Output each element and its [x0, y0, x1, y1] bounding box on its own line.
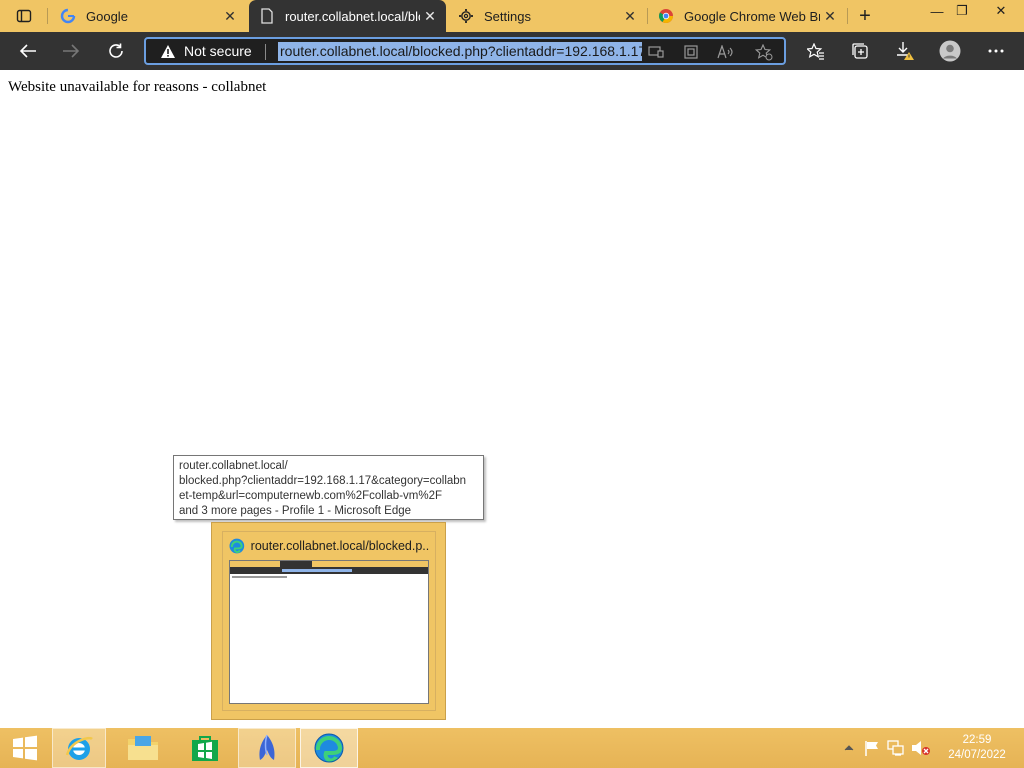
add-favorite-icon[interactable]: [754, 42, 774, 62]
tab-divider: [47, 8, 48, 24]
close-tab-icon[interactable]: ✕: [220, 6, 240, 26]
restore-button[interactable]: ❐: [947, 0, 977, 22]
tab-strip: Google ✕ router.collabnet.local/blo ✕ Se…: [0, 0, 1024, 32]
back-button[interactable]: [13, 36, 43, 66]
browser-toolbar: Not secure router.collabnet.local/blocke…: [0, 32, 1024, 70]
not-secure-indicator[interactable]: Not secure: [160, 43, 252, 59]
chrome-icon: [658, 8, 674, 24]
favorites-icon: [807, 42, 824, 60]
tab-settings[interactable]: Settings ✕: [448, 0, 646, 32]
folder-icon: [128, 736, 158, 760]
clock-date: 24/07/2022: [948, 749, 1006, 761]
windows-taskbar: 22:59 24/07/2022: [0, 728, 1024, 768]
not-secure-label: Not secure: [184, 43, 252, 59]
flag-icon: [865, 741, 878, 756]
volume-muted-icon: [912, 741, 930, 755]
tooltip-line: and 3 more pages - Profile 1 - Microsoft…: [179, 505, 412, 517]
tooltip-line: blocked.php?clientaddr=192.168.1.17&cate…: [179, 475, 467, 487]
collections-icon: [852, 43, 868, 59]
mini-url-highlight: [282, 569, 352, 572]
start-button[interactable]: [2, 728, 48, 768]
taskbar-thumbnail-preview[interactable]: router.collabnet.local/blocked.p...: [211, 522, 446, 720]
taskbar-internet-explorer[interactable]: [52, 728, 106, 768]
show-hidden-icons-button[interactable]: [840, 728, 858, 768]
taskbar-file-explorer[interactable]: [116, 728, 170, 768]
volume-tray[interactable]: [910, 728, 932, 768]
taskbar-store[interactable]: [178, 728, 232, 768]
settings-more-button[interactable]: [981, 36, 1011, 66]
taskbar-clock[interactable]: 22:59 24/07/2022: [938, 733, 1016, 763]
tab-actions-icon: [16, 9, 32, 23]
clock-time: 22:59: [962, 734, 992, 746]
new-tab-button[interactable]: +: [852, 4, 878, 28]
tab-router-blocked[interactable]: router.collabnet.local/blo ✕: [249, 0, 446, 32]
forward-button[interactable]: [56, 36, 86, 66]
close-tab-icon[interactable]: ✕: [420, 6, 440, 26]
app-available-icon[interactable]: [646, 42, 666, 62]
tab-divider: [847, 8, 848, 24]
tooltip-line: router.collabnet.local/: [179, 460, 288, 472]
tab-label: Google: [86, 8, 128, 24]
bluebird-icon: [259, 734, 275, 760]
warning-icon: [161, 44, 175, 58]
tab-label: router.collabnet.local/blo: [285, 8, 420, 24]
refresh-icon: [109, 43, 123, 58]
tab-chrome-web-store[interactable]: Google Chrome Web Bro ✕: [648, 0, 846, 32]
close-tab-icon[interactable]: ✕: [820, 6, 840, 26]
taskbar-edge[interactable]: [300, 728, 358, 768]
thumbnail-page-snapshot: [229, 560, 429, 704]
url-text[interactable]: router.collabnet.local/blocked.php?clien…: [278, 42, 642, 61]
read-aloud-icon[interactable]: [716, 42, 736, 62]
tab-label: Settings: [484, 8, 531, 24]
edge-icon: [229, 538, 245, 554]
collections-button[interactable]: [845, 36, 875, 66]
profile-button[interactable]: [935, 36, 965, 66]
address-bar[interactable]: Not secure router.collabnet.local/blocke…: [144, 37, 786, 65]
tooltip-line: et-temp&url=computernewb.com%2Fcollab-vm…: [179, 490, 443, 502]
thumbnail-title-label: router.collabnet.local/blocked.p...: [250, 539, 429, 553]
thumbnail-title: router.collabnet.local/blocked.p...: [229, 538, 429, 554]
blocked-message: Website unavailable for reasons - collab…: [8, 79, 267, 95]
chevron-up-icon: [844, 745, 854, 751]
downloads-button[interactable]: [890, 36, 920, 66]
address-divider: [265, 44, 266, 60]
edge-icon: [314, 733, 344, 763]
action-center-tray[interactable]: [862, 728, 882, 768]
thumbnail-frame: router.collabnet.local/blocked.p...: [222, 531, 436, 711]
download-warning-icon: [897, 42, 914, 60]
forward-arrow-icon: [63, 44, 80, 58]
tab-google[interactable]: Google ✕: [50, 0, 246, 32]
tab-label: Google Chrome Web Bro: [684, 8, 820, 24]
refresh-button[interactable]: [101, 36, 131, 66]
close-tab-icon[interactable]: ✕: [620, 6, 640, 26]
google-icon: [60, 8, 76, 24]
back-arrow-icon: [19, 44, 36, 58]
avatar-icon: [939, 40, 961, 62]
store-icon: [192, 736, 218, 761]
internet-explorer-icon: [65, 737, 93, 760]
immersive-reader-icon[interactable]: [681, 42, 701, 62]
network-tray[interactable]: [886, 728, 906, 768]
more-icon: [988, 49, 1004, 53]
favorites-button[interactable]: [801, 36, 831, 66]
windows-logo-icon: [13, 735, 37, 761]
taskbar-bluebird-app[interactable]: [238, 728, 296, 768]
network-icon: [887, 740, 904, 756]
close-window-button[interactable]: ✕: [986, 0, 1016, 22]
tab-actions-button[interactable]: [6, 4, 42, 28]
page-icon: [259, 8, 275, 24]
gear-icon: [458, 8, 474, 24]
mini-page-text: [232, 576, 287, 578]
taskbar-tooltip: router.collabnet.local/ blocked.php?clie…: [173, 455, 484, 520]
